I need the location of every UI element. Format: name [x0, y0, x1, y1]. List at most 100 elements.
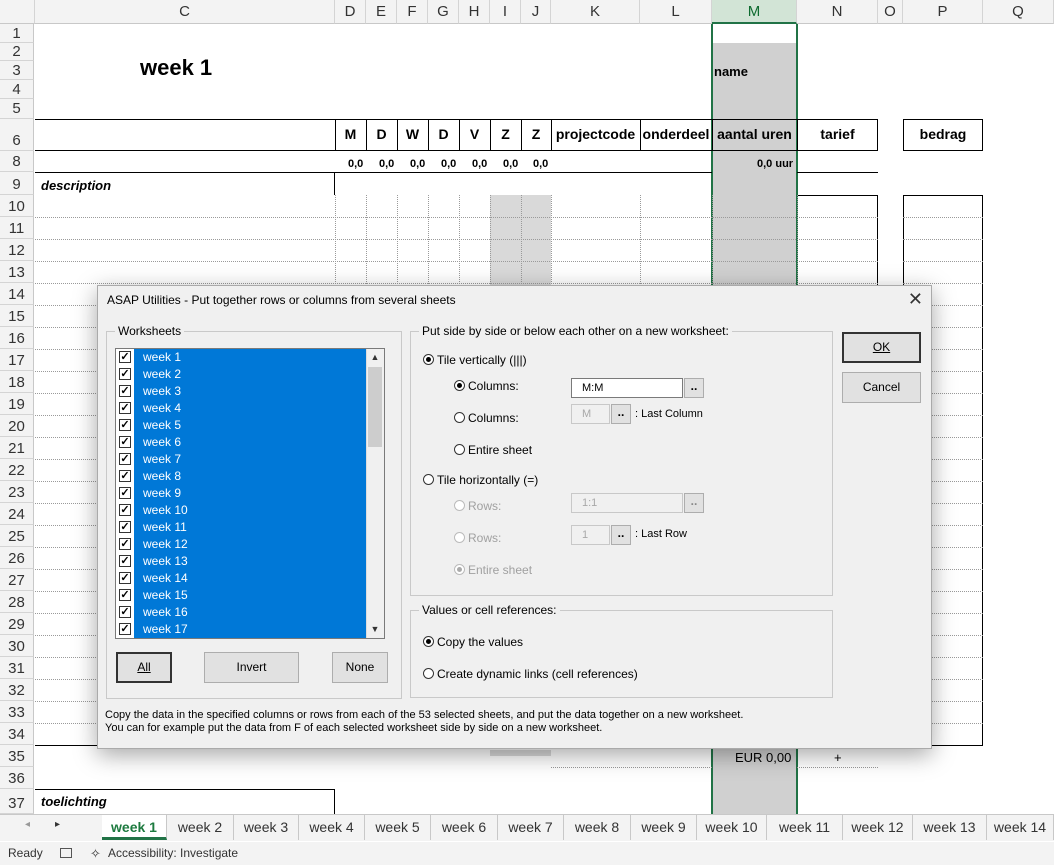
rows2-field[interactable]: 1 [571, 525, 610, 545]
column-header-j[interactable]: J [521, 0, 551, 24]
row-header-22[interactable]: 22 [0, 459, 34, 481]
worksheet-checkbox[interactable]: ✓ [119, 419, 131, 431]
rows1-pick-button[interactable]: .. [684, 493, 704, 513]
row-header-36[interactable]: 36 [0, 767, 34, 789]
worksheet-checkbox[interactable]: ✓ [119, 487, 131, 499]
row-header-19[interactable]: 19 [0, 393, 34, 415]
worksheet-list-item[interactable]: ✓ week 17 [116, 621, 367, 638]
column-header-l[interactable]: L [640, 0, 712, 24]
all-button[interactable]: All [116, 652, 172, 683]
sheet-tab[interactable]: week 11 [767, 815, 843, 840]
sheet-tab[interactable]: week 4 [299, 815, 365, 840]
tile-vertically-label[interactable]: Tile vertically (|||) [437, 353, 527, 367]
columns1-pick-button[interactable]: .. [684, 378, 704, 398]
worksheet-checkbox[interactable]: ✓ [119, 385, 131, 397]
worksheet-checkbox[interactable]: ✓ [119, 504, 131, 516]
column-header-n[interactable]: N [797, 0, 878, 24]
row-header-37[interactable]: 37 [0, 789, 34, 814]
row-header-18[interactable]: 18 [0, 371, 34, 393]
worksheet-checkbox[interactable]: ✓ [119, 606, 131, 618]
column-header-f[interactable]: F [397, 0, 428, 24]
column-header-g[interactable]: G [428, 0, 459, 24]
worksheet-checkbox[interactable]: ✓ [119, 402, 131, 414]
row-header-11[interactable]: 11 [0, 217, 34, 239]
dynamic-links-radio[interactable] [423, 668, 434, 679]
close-icon[interactable]: ✕ [908, 289, 923, 310]
row-header-28[interactable]: 28 [0, 591, 34, 613]
worksheet-list-item[interactable]: ✓ week 15 [116, 587, 367, 604]
rows2-label[interactable]: Rows: [468, 531, 501, 545]
column-header-k[interactable]: K [551, 0, 640, 24]
tile-horizontally-label[interactable]: Tile horizontally (=) [437, 473, 538, 487]
columns1-radio[interactable] [454, 380, 465, 391]
entire-sheet2-radio[interactable] [454, 564, 465, 575]
copy-values-radio[interactable] [423, 636, 434, 647]
worksheet-list-item[interactable]: ✓ week 3 [116, 383, 367, 400]
row-header-4[interactable]: 4 [0, 80, 34, 99]
column-header-q[interactable]: Q [983, 0, 1054, 24]
sheet-tab[interactable]: week 1 [102, 815, 167, 840]
column-header-p[interactable]: P [903, 0, 983, 24]
accessibility-status[interactable]: Accessibility: Investigate [108, 842, 238, 865]
worksheet-list-item[interactable]: ✓ week 16 [116, 604, 367, 621]
copy-values-label[interactable]: Copy the values [437, 635, 523, 649]
row-header-1[interactable]: 1 [0, 24, 34, 43]
entire-sheet1-radio[interactable] [454, 444, 465, 455]
row-header-31[interactable]: 31 [0, 657, 34, 679]
rows2-radio[interactable] [454, 532, 465, 543]
row-header-26[interactable]: 26 [0, 547, 34, 569]
worksheet-list-item[interactable]: ✓ week 13 [116, 553, 367, 570]
columns1-field[interactable]: M:M [571, 378, 683, 398]
worksheet-checkbox[interactable]: ✓ [119, 351, 131, 363]
select-all-corner[interactable] [0, 0, 35, 24]
rows2-pick-button[interactable]: .. [611, 525, 631, 545]
worksheet-list-item[interactable]: ✓ week 14 [116, 570, 367, 587]
row-header-3[interactable]: 3 [0, 61, 34, 80]
sheet-tab[interactable]: week 10 [697, 815, 767, 840]
worksheet-list-item[interactable]: ✓ week 2 [116, 366, 367, 383]
row-header-20[interactable]: 20 [0, 415, 34, 437]
cancel-button[interactable]: Cancel [842, 372, 921, 403]
worksheet-checkbox[interactable]: ✓ [119, 572, 131, 584]
scroll-thumb[interactable] [368, 367, 382, 447]
row-header-21[interactable]: 21 [0, 437, 34, 459]
column-header-i[interactable]: I [490, 0, 521, 24]
worksheets-list[interactable]: ✓ week 1 ✓ week 2 ✓ week 3 ✓ week 4 ✓ week 5 ✓ week… [115, 348, 385, 639]
worksheet-checkbox[interactable]: ✓ [119, 623, 131, 635]
columns2-radio[interactable] [454, 412, 465, 423]
sheet-tab[interactable]: week 9 [631, 815, 697, 840]
tab-scroll-left-icon[interactable]: ◂ [25, 819, 30, 830]
row-header-2[interactable]: 2 [0, 43, 34, 61]
column-header-e[interactable]: E [366, 0, 397, 24]
row-header-25[interactable]: 25 [0, 525, 34, 547]
row-header-35[interactable]: 35 [0, 745, 34, 767]
columns2-pick-button[interactable]: .. [611, 404, 631, 424]
worksheet-checkbox[interactable]: ✓ [119, 470, 131, 482]
scroll-up-icon[interactable]: ▲ [367, 349, 383, 366]
worksheet-list-item[interactable]: ✓ week 12 [116, 536, 367, 553]
entire-sheet1-label[interactable]: Entire sheet [468, 443, 532, 457]
sheet-tab[interactable]: week 7 [498, 815, 564, 840]
worksheet-checkbox[interactable]: ✓ [119, 521, 131, 533]
worksheet-checkbox[interactable]: ✓ [119, 368, 131, 380]
accessibility-icon[interactable]: ✧ [90, 842, 101, 865]
row-header-33[interactable]: 33 [0, 701, 34, 723]
ok-button[interactable]: OK [842, 332, 921, 363]
tile-horizontally-radio[interactable] [423, 474, 434, 485]
macro-record-icon[interactable] [60, 848, 72, 858]
row-header-14[interactable]: 14 [0, 283, 34, 305]
columns1-label[interactable]: Columns: [468, 379, 519, 393]
row-header-6[interactable]: 6 [0, 119, 34, 151]
tile-vertically-radio[interactable] [423, 354, 434, 365]
sheet-tab[interactable]: week 5 [365, 815, 431, 840]
worksheet-list-item[interactable]: ✓ week 10 [116, 502, 367, 519]
rows1-radio[interactable] [454, 500, 465, 511]
worksheet-list-item[interactable]: ✓ week 1 [116, 349, 367, 366]
row-header-32[interactable]: 32 [0, 679, 34, 701]
row-header-13[interactable]: 13 [0, 261, 34, 283]
worksheet-list-item[interactable]: ✓ week 6 [116, 434, 367, 451]
column-header-o[interactable]: O [878, 0, 903, 24]
columns2-field[interactable]: M [571, 404, 610, 424]
worksheet-checkbox[interactable]: ✓ [119, 538, 131, 550]
sheet-tab[interactable]: week 6 [431, 815, 498, 840]
